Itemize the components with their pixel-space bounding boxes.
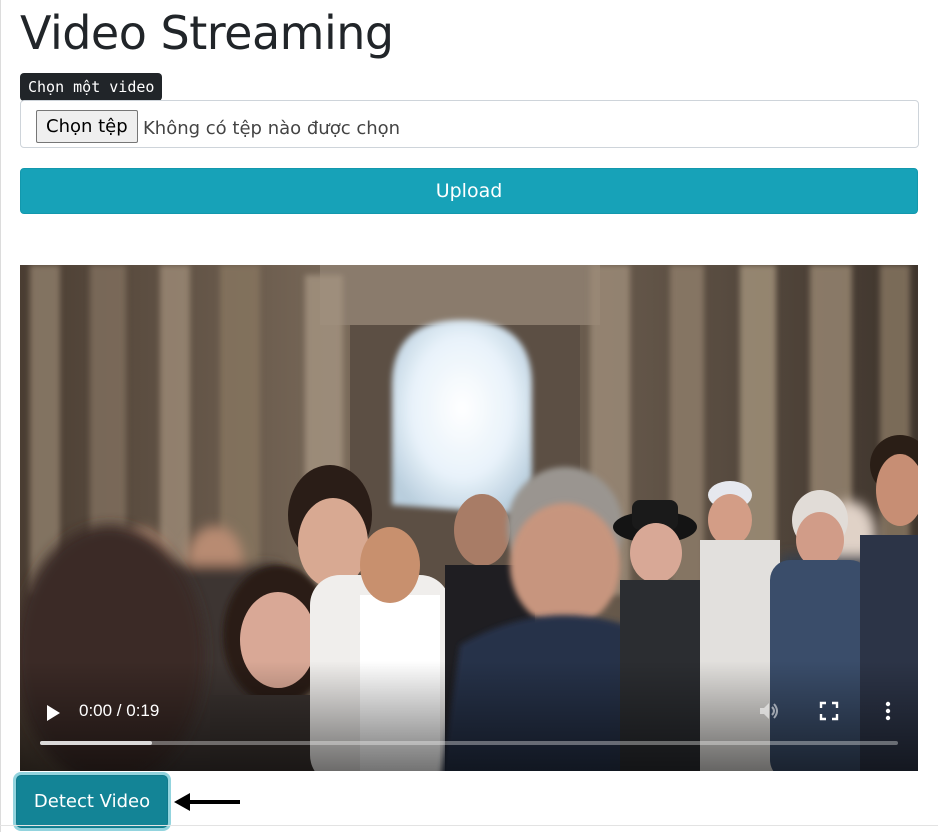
play-icon[interactable] xyxy=(42,702,64,724)
file-status-text: Không có tệp nào được chọn xyxy=(143,118,401,139)
detect-video-button[interactable]: Detect Video xyxy=(16,775,168,828)
page-title: Video Streaming xyxy=(20,6,394,60)
video-buffered-bar xyxy=(40,741,152,745)
file-input[interactable]: Chọn tệp Không có tệp nào được chọn xyxy=(20,100,919,148)
page-bottom-border xyxy=(0,825,938,826)
page-left-border xyxy=(0,0,1,832)
more-options-icon[interactable] xyxy=(880,699,896,723)
video-input-label: Chọn một video xyxy=(20,73,163,101)
left-arrow-icon xyxy=(174,793,240,811)
choose-file-button[interactable]: Chọn tệp xyxy=(36,110,138,143)
video-progress-bar[interactable] xyxy=(40,741,898,745)
upload-button[interactable]: Upload xyxy=(20,168,918,214)
volume-icon[interactable] xyxy=(757,699,781,723)
time-display: 0:00 / 0:19 xyxy=(79,701,160,720)
fullscreen-icon[interactable] xyxy=(818,700,840,722)
video-player[interactable]: 0:00 / 0:19 xyxy=(20,265,918,771)
